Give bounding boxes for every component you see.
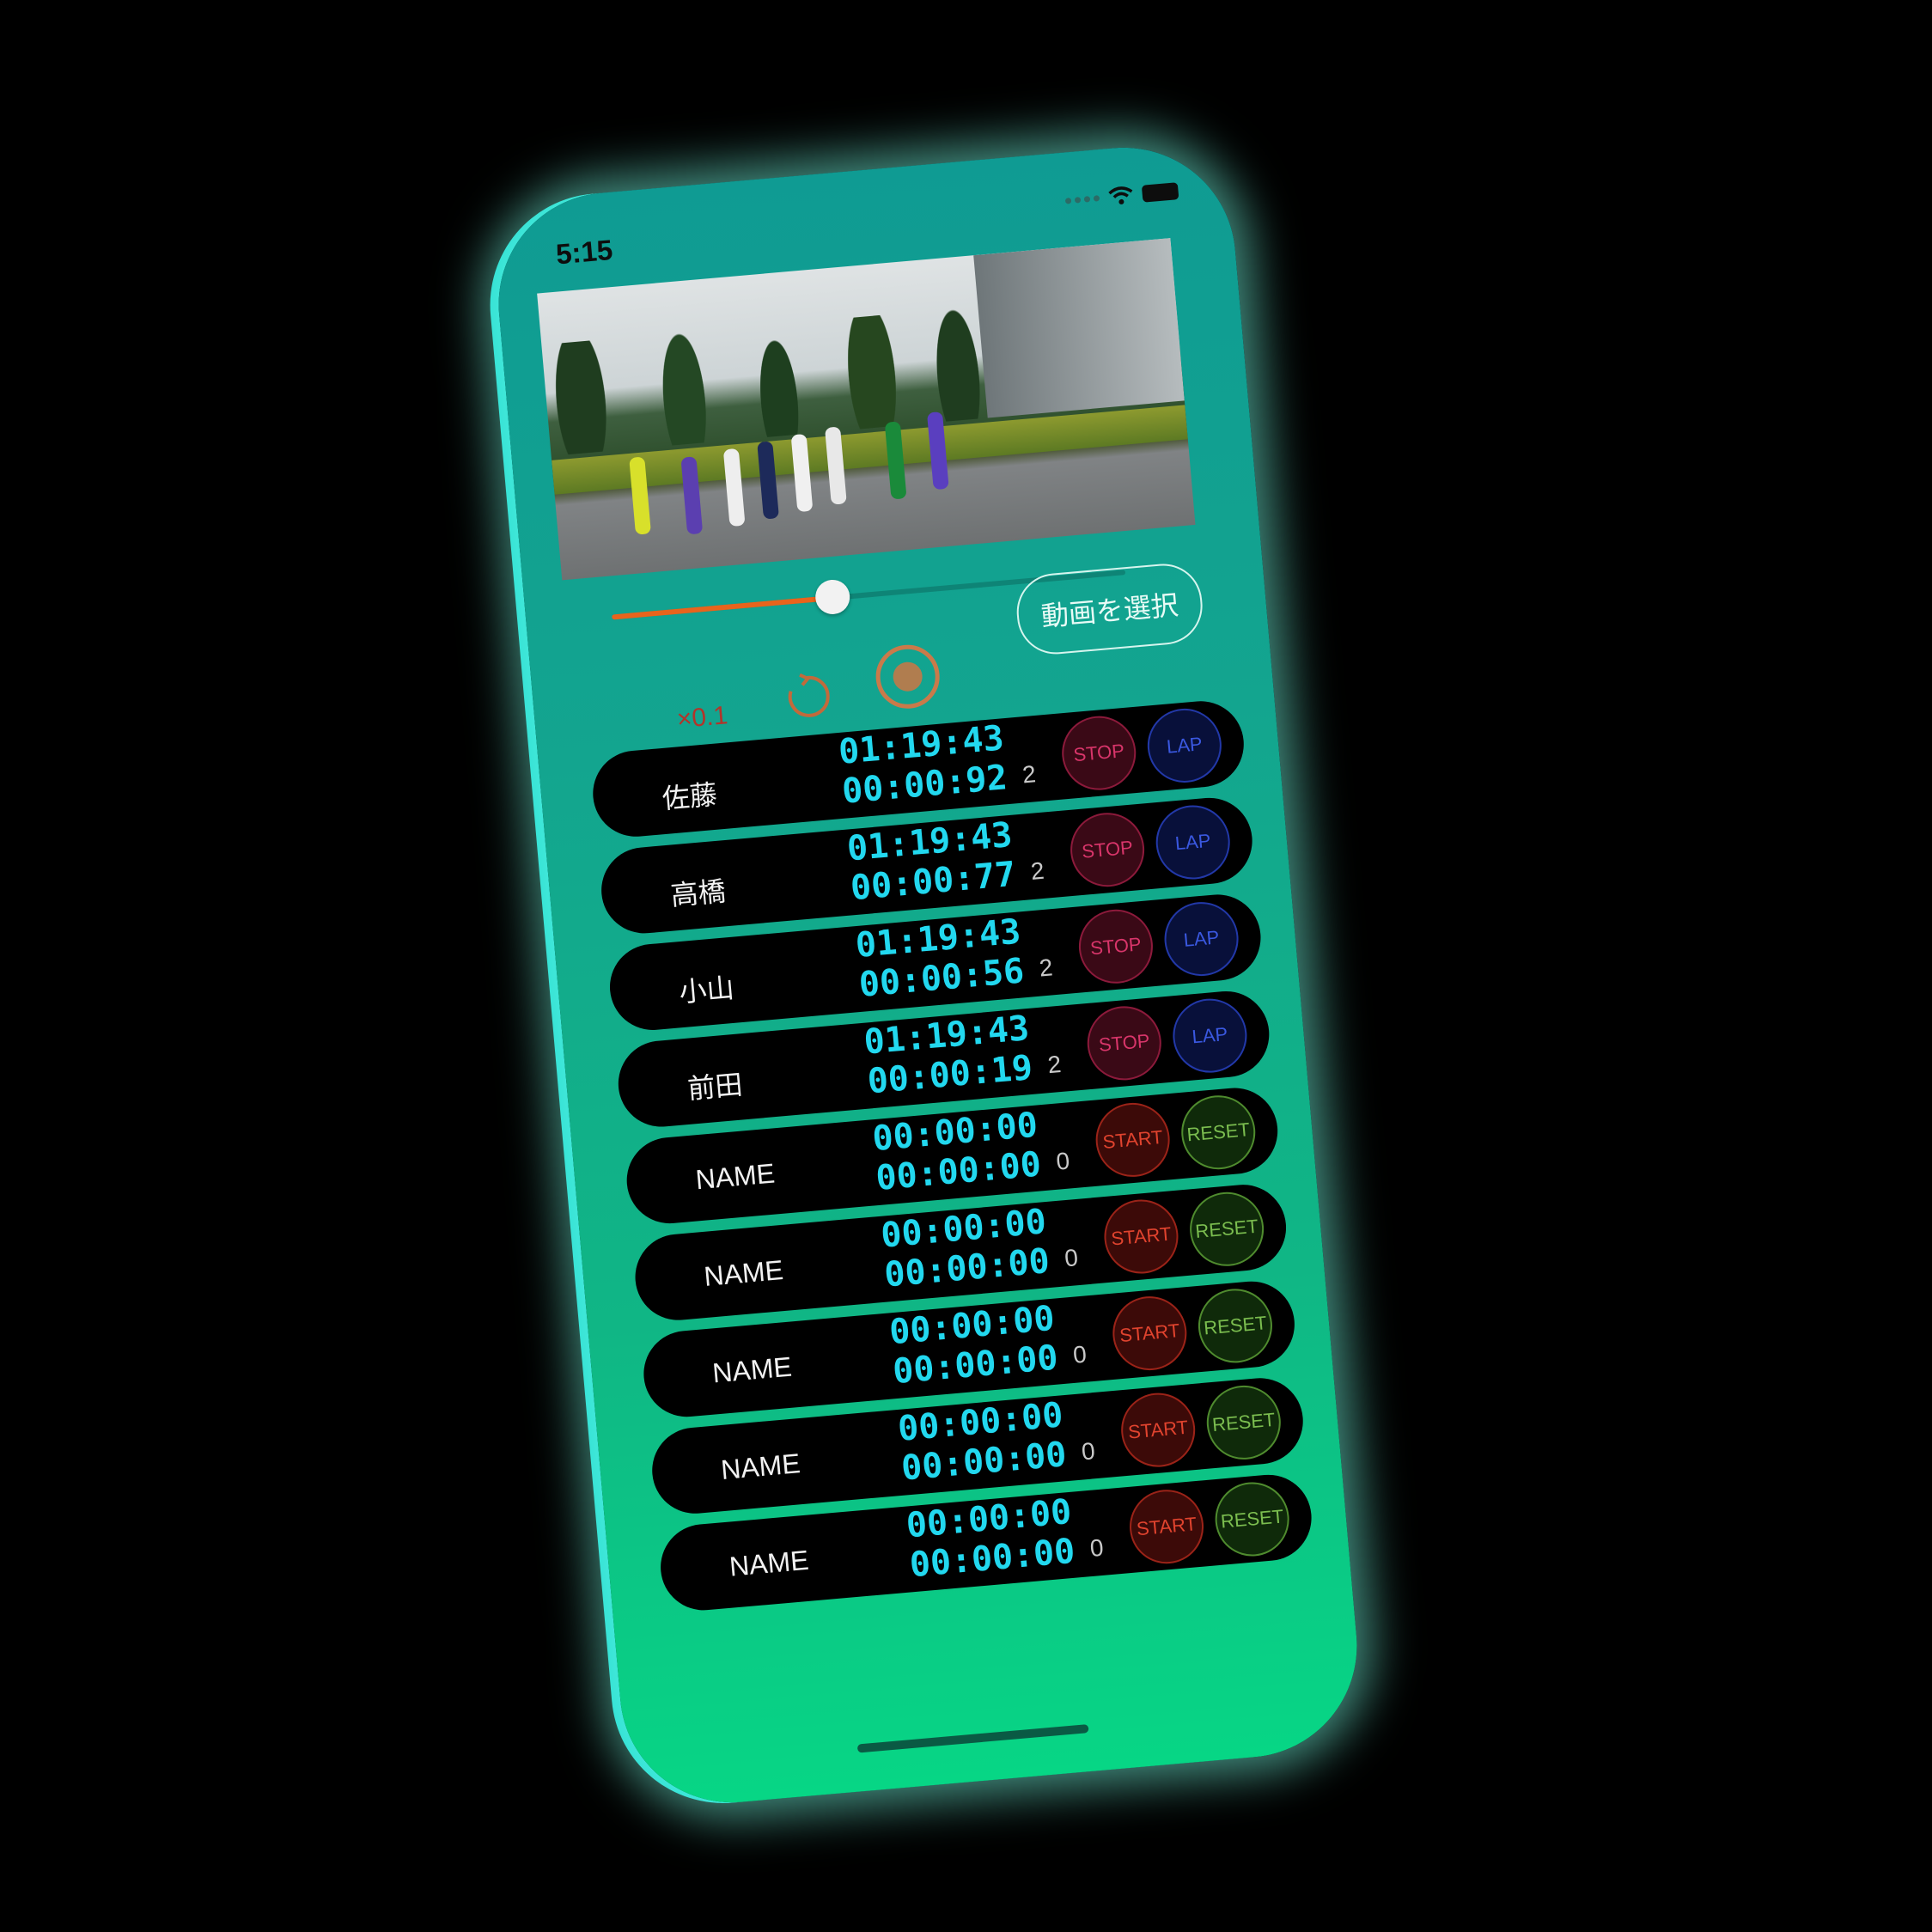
record-button[interactable] — [873, 642, 942, 711]
status-time: 5:15 — [554, 233, 614, 271]
start-button[interactable]: START — [1100, 1196, 1182, 1277]
status-icons — [1064, 180, 1179, 210]
runner-name[interactable]: 高橋 — [669, 869, 728, 913]
signal-icon — [1064, 194, 1100, 204]
stop-button[interactable]: STOP — [1076, 906, 1156, 987]
timer-list: 佐藤 01:19:43 00:00:92 2 STOP LAP 高橋 01:19:43 00:0… — [589, 698, 1316, 1624]
runner-name[interactable]: NAME — [728, 1545, 810, 1583]
lap-count: 0 — [1080, 1437, 1096, 1466]
video-player[interactable] — [537, 238, 1196, 581]
runner-name[interactable]: NAME — [711, 1351, 793, 1390]
timer-display: 01:19:43 00:00:56 — [831, 911, 1026, 1007]
runner-name[interactable]: 佐藤 — [661, 773, 719, 817]
start-button[interactable]: START — [1118, 1390, 1198, 1471]
timer-display: 00:00:00 00:00:00 — [856, 1202, 1051, 1297]
lap-count: 0 — [1064, 1244, 1080, 1272]
timer-display: 00:00:00 00:00:00 — [848, 1106, 1043, 1201]
start-button[interactable]: START — [1126, 1486, 1207, 1567]
timer-display: 00:00:00 00:00:00 — [873, 1395, 1068, 1490]
lap-count: 2 — [1038, 954, 1054, 982]
stop-button[interactable]: STOP — [1058, 713, 1139, 794]
timer-display: 00:00:00 00:00:00 — [881, 1492, 1076, 1588]
video-building — [973, 238, 1185, 418]
lap-button[interactable]: LAP — [1169, 996, 1250, 1076]
reset-button[interactable]: RESET — [1204, 1382, 1284, 1463]
lap-count: 2 — [1046, 1050, 1063, 1079]
runner-name[interactable]: NAME — [720, 1447, 801, 1486]
phone-screen: 5:15 動画を選択 ×0.1 佐藤 01:19:43 00:00:92 2 S… — [489, 138, 1367, 1812]
timer-display: 00:00:00 00:00:00 — [864, 1299, 1059, 1394]
reset-button[interactable]: RESET — [1212, 1478, 1293, 1560]
runner-name[interactable]: NAME — [694, 1157, 776, 1196]
wifi-icon — [1108, 186, 1133, 204]
timer-display: 01:19:43 00:00:19 — [839, 1009, 1034, 1104]
lap-count: 2 — [1029, 856, 1045, 886]
lap-count: 0 — [1071, 1340, 1088, 1368]
runner-name[interactable]: 前田 — [686, 1063, 744, 1106]
lap-button[interactable]: LAP — [1153, 801, 1234, 883]
reset-button[interactable]: RESET — [1186, 1189, 1267, 1270]
runner-name[interactable]: 小山 — [677, 966, 735, 1010]
lap-button[interactable]: LAP — [1144, 705, 1225, 786]
playback-speed-button[interactable]: ×0.1 — [676, 701, 729, 734]
stop-button[interactable]: STOP — [1084, 1003, 1165, 1083]
stop-button[interactable]: STOP — [1067, 809, 1148, 890]
battery-icon — [1141, 182, 1179, 203]
replay-icon[interactable] — [781, 668, 837, 724]
scrubber-progress — [612, 594, 833, 620]
lap-count: 2 — [1021, 760, 1037, 789]
timer-display: 01:19:43 00:00:77 — [822, 815, 1017, 911]
stage: 5:15 動画を選択 ×0.1 佐藤 01:19:43 00:00:92 2 S… — [0, 0, 1932, 1932]
select-video-button[interactable]: 動画を選択 — [1013, 560, 1206, 658]
runner-name[interactable]: NAME — [703, 1254, 784, 1293]
home-indicator[interactable] — [856, 1724, 1089, 1753]
reset-button[interactable]: RESET — [1195, 1285, 1276, 1366]
reset-button[interactable]: RESET — [1178, 1092, 1259, 1173]
start-button[interactable]: START — [1093, 1100, 1173, 1180]
start-button[interactable]: START — [1109, 1293, 1190, 1374]
record-icon — [892, 661, 924, 693]
timer-display: 01:19:43 00:00:92 — [814, 718, 1009, 814]
scrubber-thumb[interactable] — [814, 578, 851, 616]
lap-button[interactable]: LAP — [1161, 899, 1242, 979]
lap-count: 0 — [1088, 1533, 1105, 1563]
runner — [926, 411, 949, 491]
lap-count: 0 — [1055, 1147, 1071, 1175]
